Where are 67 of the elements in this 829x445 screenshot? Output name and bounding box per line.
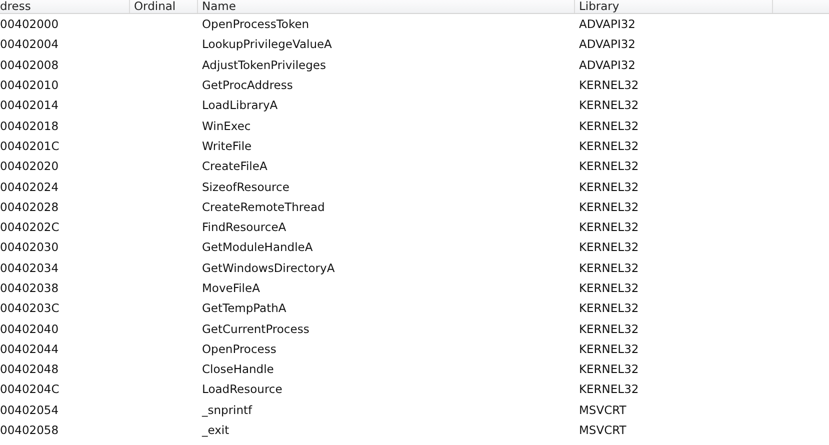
column-header[interactable]: Library (575, 0, 773, 13)
table-cell: 00402048 (0, 362, 59, 376)
table-cell: 0040201C (0, 138, 60, 153)
table-cell: CreateRemoteThread (202, 200, 325, 214)
table-cell: 0040203C (0, 301, 60, 316)
table-cell: 00402008 (0, 58, 59, 72)
table-cell: 0040202C (0, 220, 60, 234)
table-cell: _exit (202, 423, 230, 438)
table-cell: MoveFileA (202, 281, 260, 295)
table-cell: KERNEL32 (579, 301, 639, 316)
table-cell: LoadLibraryA (202, 98, 278, 112)
table-cell: 00402024 (0, 180, 59, 194)
table-cell: GetCurrentProcess (202, 322, 310, 336)
table-cell: ADVAPI32 (579, 37, 636, 52)
table-cell: AdjustTokenPrivileges (202, 58, 326, 72)
table-cell: OpenProcessToken (202, 17, 310, 32)
table-cell: KERNEL32 (579, 260, 639, 275)
table-cell: 00402000 (0, 17, 59, 32)
table-cell: GetProcAddress (202, 78, 293, 92)
table-cell: LookupPrivilegeValueA (202, 37, 332, 52)
table-cell: 00402044 (0, 342, 59, 356)
table-cell: MSVCRT (579, 423, 626, 438)
table-cell: 00402010 (0, 78, 59, 92)
table-cell: 00402020 (0, 159, 59, 174)
table-cell: KERNEL32 (579, 281, 639, 295)
table-cell: KERNEL32 (579, 118, 639, 133)
table-cell: 00402004 (0, 37, 59, 52)
table-cell: CreateFileA (202, 159, 268, 174)
table-cell: ADVAPI32 (579, 17, 636, 32)
table-cell: OpenProcess (202, 342, 276, 356)
table-cell: CloseHandle (202, 362, 274, 376)
table-cell: GetModuleHandleA (202, 240, 313, 254)
table-cell: KERNEL32 (579, 220, 639, 234)
table-cell: FindResourceA (202, 220, 286, 234)
table-cell: KERNEL32 (579, 200, 639, 214)
table-cell: 00402058 (0, 423, 59, 438)
table-cell: KERNEL32 (579, 362, 639, 376)
table-cell: KERNEL32 (579, 180, 639, 194)
table-cell: 00402030 (0, 240, 59, 254)
table-cell: 00402028 (0, 200, 59, 214)
table-cell: ADVAPI32 (579, 58, 636, 72)
table-cell: 00402018 (0, 118, 59, 133)
table-cell: KERNEL32 (579, 322, 639, 336)
column-header[interactable]: Ordinal (130, 0, 198, 13)
table-cell: KERNEL32 (579, 78, 639, 92)
table-cell: MSVCRT (579, 402, 626, 417)
table-cell: GetWindowsDirectoryA (202, 260, 335, 275)
table-cell: 00402034 (0, 260, 59, 275)
table-cell: KERNEL32 (579, 382, 639, 396)
table-cell: KERNEL32 (579, 159, 639, 174)
column-header[interactable]: Name (198, 0, 575, 13)
table-cell: KERNEL32 (579, 98, 639, 112)
table-cell: KERNEL32 (579, 240, 639, 254)
table-cell: 00402014 (0, 98, 59, 112)
table-cell: 00402054 (0, 402, 59, 417)
table-cell: KERNEL32 (579, 342, 639, 356)
table-cell: LoadResource (202, 382, 282, 396)
table-cell: 00402038 (0, 281, 59, 295)
table-cell: GetTempPathA (202, 301, 286, 316)
table-cell: 00402040 (0, 322, 59, 336)
column-header[interactable]: dress (0, 0, 130, 13)
table-cell: WinExec (202, 118, 251, 133)
table-cell: _snprintf (202, 402, 252, 417)
table-cell: WriteFile (202, 138, 252, 153)
table-cell: SizeofResource (202, 180, 290, 194)
table-cell: KERNEL32 (579, 138, 639, 153)
table-cell: 0040204C (0, 382, 60, 396)
